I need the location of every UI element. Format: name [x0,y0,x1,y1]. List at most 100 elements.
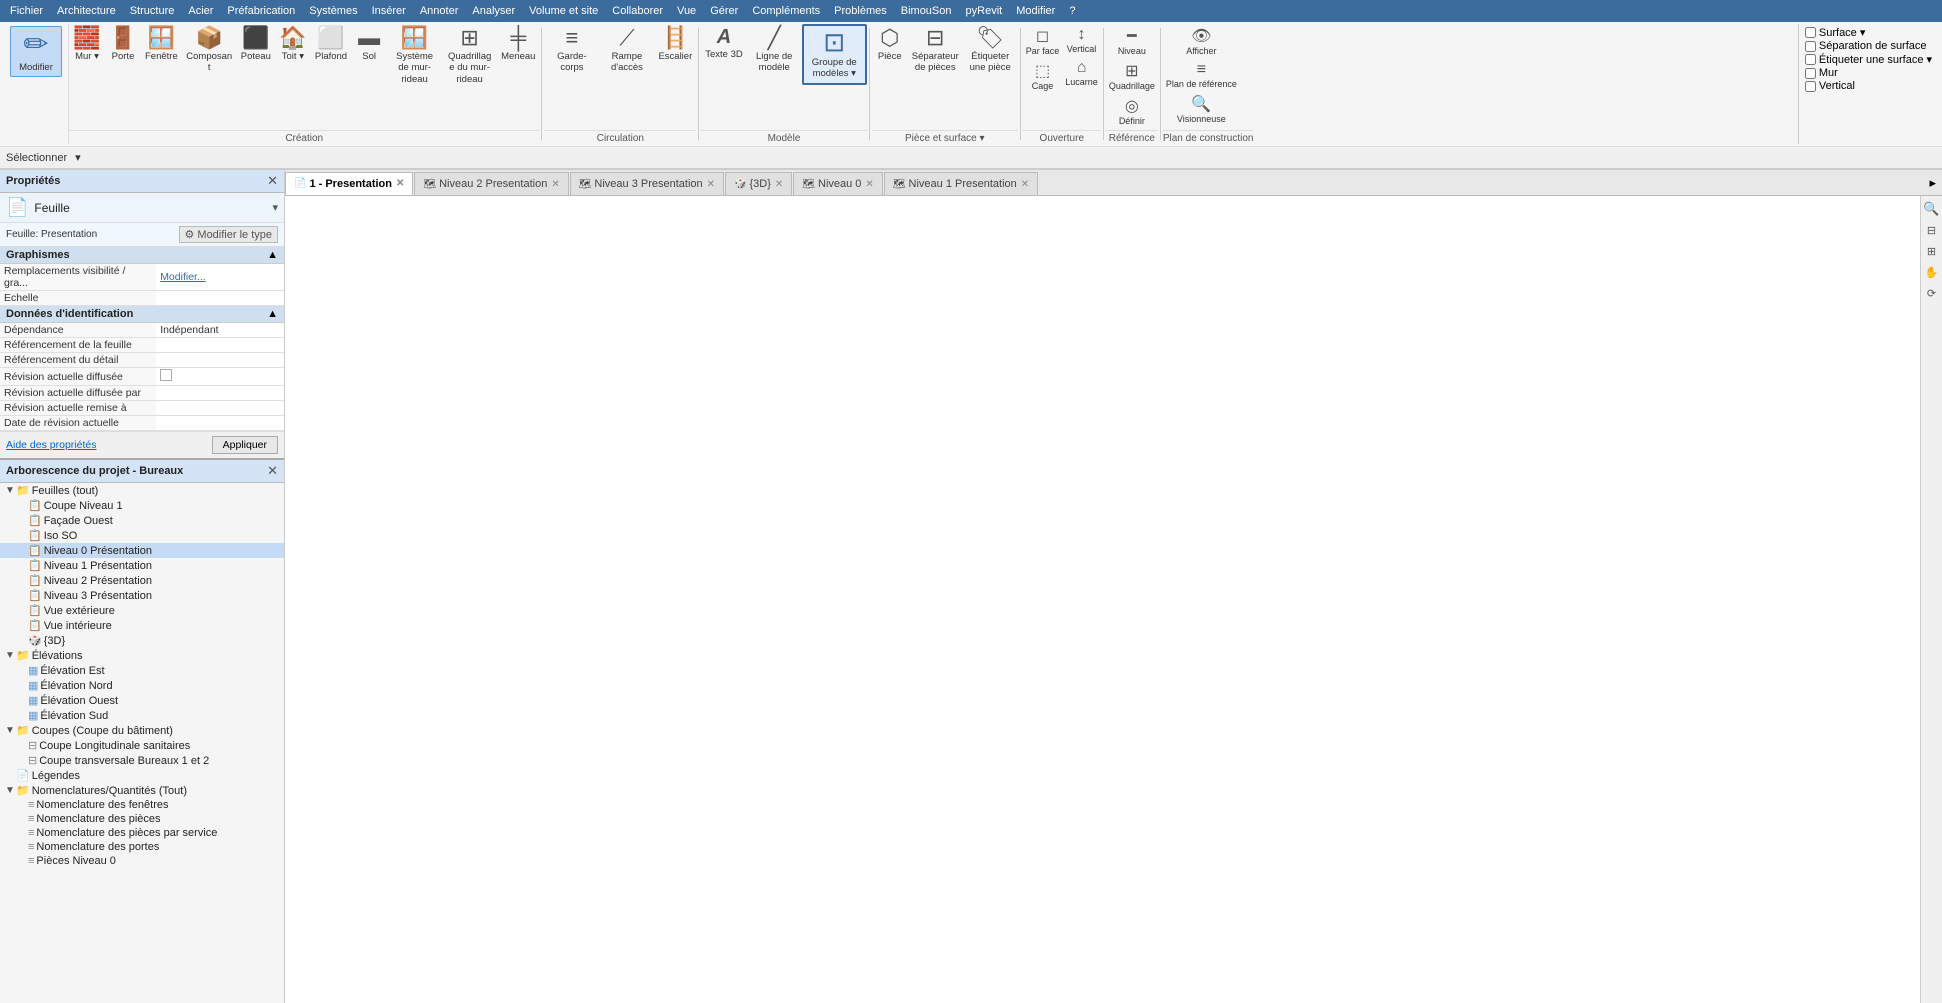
prop-value[interactable] [156,353,284,368]
prop-value[interactable]: Modifier... [156,264,284,291]
par-face-button[interactable]: ◻ Par face [1023,24,1063,58]
tree-nomenclature-portes[interactable]: ≡ Nomenclature des portes [0,840,284,854]
tree-nomenclature-pieces[interactable]: ≡ Nomenclature des pièces [0,812,284,826]
tree-facade-ouest[interactable]: 📋 Façade Ouest [0,513,284,528]
modifier-button[interactable]: ✏ Modifier [10,26,62,77]
pan-button[interactable]: ✋ [1923,263,1941,281]
content-canvas[interactable] [285,196,1920,1003]
menu-acier[interactable]: Acier [182,3,219,19]
quadrillage-mur-rideau-button[interactable]: ⊞ Quadrillage du mur-rideau [442,24,497,88]
afficher-button[interactable]: 👁 Afficher [1163,24,1240,58]
menu-volume[interactable]: Volume et site [523,3,604,19]
graphismes-section-header[interactable]: Graphismes ▲ [0,247,284,264]
tree-coupe-niveau1[interactable]: 📋 Coupe Niveau 1 [0,498,284,513]
prop-type-dropdown[interactable]: ▾ [272,201,278,214]
tree-coupe-long[interactable]: ⊟ Coupe Longitudinale sanitaires [0,738,284,753]
separateur-pieces-button[interactable]: ⊟ Séparateur de pièces [908,24,963,77]
tab-niveau3-close[interactable]: ✕ [707,179,715,190]
tree-niveau1-presentation[interactable]: 📋 Niveau 1 Présentation [0,558,284,573]
poteau-button[interactable]: ⬛ Poteau [237,24,275,65]
mur-checkbox-row[interactable]: Mur [1805,67,1932,79]
nomenclatures-toggle[interactable]: ▼ [4,785,16,796]
tree-elevation-nord[interactable]: ▦ Élévation Nord [0,678,284,693]
tree-elevations-folder[interactable]: ▼ 📁 Élévations [0,648,284,663]
lucarne-button[interactable]: ⌂ Lucarne [1062,57,1101,89]
tree-close-button[interactable]: ✕ [267,463,278,479]
menu-help[interactable]: ? [1063,3,1081,19]
menu-inserer[interactable]: Insérer [366,3,412,19]
niveau-ref-button[interactable]: ━ Niveau [1106,24,1158,58]
systeme-mur-rideau-button[interactable]: 🪟 Système de mur-rideau [387,24,442,88]
menu-complements[interactable]: Compléments [746,3,826,19]
etiqueter-surface-checkbox[interactable] [1805,54,1816,65]
separation-surface-checkbox-row[interactable]: Séparation de surface [1805,40,1932,52]
properties-close-button[interactable]: ✕ [267,173,278,189]
plan-reference-button[interactable]: ≡ Plan de référence [1163,59,1240,91]
tab-niveau0-close[interactable]: ✕ [865,179,873,190]
vertical-checkbox2[interactable] [1805,81,1816,92]
tree-3d[interactable]: 🎲 {3D} [0,633,284,648]
vertical-button[interactable]: ↕ Vertical [1062,24,1101,56]
quadrillage-ref-button[interactable]: ⊞ Quadrillage [1106,59,1158,93]
sol-button[interactable]: ▬ Sol [351,24,387,65]
tree-elevation-sud[interactable]: ▦ Élévation Sud [0,708,284,723]
escalier-button[interactable]: 🪜 Escalier [654,24,696,65]
tab-presentation[interactable]: 📄 1 - Presentation ✕ [285,172,413,195]
cage-button[interactable]: ⬚ Cage [1023,59,1063,93]
tree-elevation-est[interactable]: ▦ Élévation Est [0,663,284,678]
prop-value[interactable] [156,401,284,416]
etiqueter-piece-button[interactable]: 🏷 Étiqueter une pièce [963,24,1018,77]
revision-diffusee-checkbox[interactable] [160,369,172,381]
tab-niveau0[interactable]: 🗺 Niveau 0 ✕ [793,172,883,195]
zoom-out-button[interactable]: ⊟ [1923,221,1941,239]
coupes-toggle[interactable]: ▼ [4,725,16,736]
surface-checkbox[interactable] [1805,27,1816,38]
vertical-checkbox-row[interactable]: Vertical [1805,80,1932,92]
tree-nomenclature-pieces-service[interactable]: ≡ Nomenclature des pièces par service [0,826,284,840]
help-link[interactable]: Aide des propriétés [6,439,96,451]
prop-value[interactable] [156,416,284,431]
tree-coupes-folder[interactable]: ▼ 📁 Coupes (Coupe du bâtiment) [0,723,284,738]
tree-elevation-ouest[interactable]: ▦ Élévation Ouest [0,693,284,708]
etiqueter-surface-checkbox-row[interactable]: Étiqueter une surface ▾ [1805,53,1932,66]
prop-value[interactable] [156,291,284,306]
tab-3d-close[interactable]: ✕ [775,179,783,190]
groupe-modeles-button[interactable]: ⊡ Groupe de modèles ▾ [802,24,867,85]
composant-button[interactable]: 📦 Composant [182,24,237,77]
selector-dropdown-icon[interactable]: ▾ [75,151,81,164]
porte-button[interactable]: 🚪 Porte [105,24,141,65]
ligne-modele-button[interactable]: ╱ Ligne de modèle [747,24,802,77]
prop-value[interactable] [156,338,284,353]
tree-coupe-transv[interactable]: ⊟ Coupe transversale Bureaux 1 et 2 [0,753,284,768]
fit-view-button[interactable]: ⊞ [1923,242,1941,260]
texte-3d-button[interactable]: A Texte 3D [701,24,747,63]
tab-niveau1[interactable]: 🗺 Niveau 1 Presentation ✕ [884,172,1038,195]
fenetre-button[interactable]: 🪟 Fenêtre [141,24,182,65]
tree-niveau2-presentation[interactable]: 📋 Niveau 2 Présentation [0,573,284,588]
rampe-acces-button[interactable]: ⟋ Rampe d'accès [599,24,654,77]
selector-label[interactable]: Sélectionner [6,152,67,164]
separation-surface-checkbox[interactable] [1805,41,1816,52]
tree-niveau3-presentation[interactable]: 📋 Niveau 3 Présentation [0,588,284,603]
menu-gerer[interactable]: Gérer [704,3,744,19]
tree-nomenclature-fenetres[interactable]: ≡ Nomenclature des fenêtres [0,798,284,812]
mur-checkbox2[interactable] [1805,68,1816,79]
meneau-button[interactable]: ╪ Meneau [497,24,539,65]
menu-prefabrication[interactable]: Préfabrication [221,3,301,19]
tree-vue-exterieure[interactable]: 📋 Vue extérieure [0,603,284,618]
garde-corps-button[interactable]: ≡ Garde-corps [544,24,599,77]
surface-checkbox-row[interactable]: Surface ▾ [1805,26,1932,39]
tree-iso-so[interactable]: 📋 Iso SO [0,528,284,543]
menu-annoter[interactable]: Annoter [414,3,465,19]
visionneuse-button[interactable]: 🔍 Visionneuse [1163,92,1240,126]
menu-collaborer[interactable]: Collaborer [606,3,669,19]
definir-button[interactable]: ◎ Définir [1106,94,1158,128]
piece-button[interactable]: ⬡ Pièce [872,24,908,65]
tab-niveau2[interactable]: 🗺 Niveau 2 Presentation ✕ [414,172,568,195]
tab-3d[interactable]: 🎲 {3D} ✕ [725,172,792,195]
menu-pyrevit[interactable]: pyRevit [960,3,1009,19]
zoom-in-button[interactable]: 🔍 [1923,200,1941,218]
tree-feuilles-folder[interactable]: ▼ 📁 Feuilles (tout) [0,483,284,498]
plafond-button[interactable]: ⬜ Plafond [311,24,351,65]
apply-button[interactable]: Appliquer [212,436,278,454]
